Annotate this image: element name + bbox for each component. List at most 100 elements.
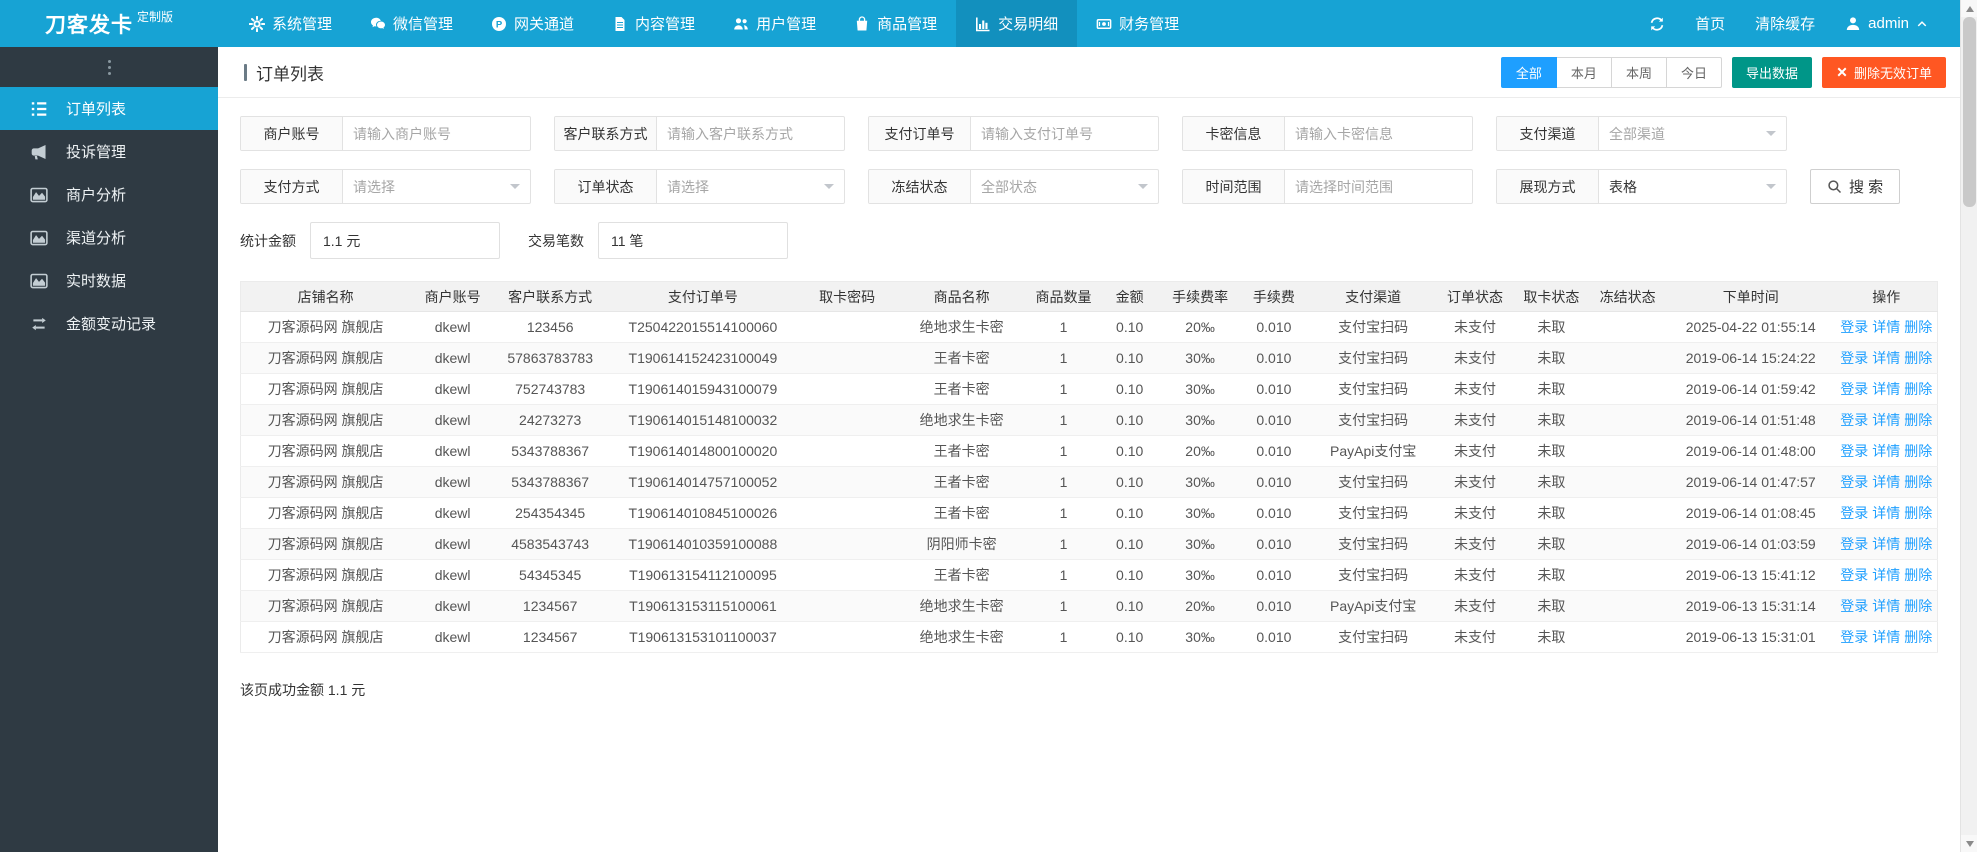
delete-link[interactable]: 删除 [1904,567,1932,583]
login-link[interactable]: 登录 [1840,381,1868,397]
delete-link[interactable]: 删除 [1904,474,1932,490]
detail-link[interactable]: 详情 [1872,412,1900,428]
table-header-order_status: 订单状态 [1436,281,1514,312]
search-icon [1827,179,1842,194]
home-link[interactable]: 首页 [1695,13,1725,34]
merchant-account-input[interactable] [353,125,520,142]
detail-link[interactable]: 详情 [1872,567,1900,583]
login-link[interactable]: 登录 [1840,536,1868,552]
top-menu-trade[interactable]: 交易明细 [956,0,1078,47]
delete-link[interactable]: 删除 [1904,629,1932,645]
customer-contact-input[interactable] [667,125,834,142]
sidebar-item-order-list[interactable]: 订单列表 [0,87,218,130]
sidebar-item-merchant-analysis[interactable]: 商户分析 [0,173,218,216]
browser-scrollbar[interactable] [1960,0,1977,852]
clear-cache-link[interactable]: 清除缓存 [1755,13,1815,34]
delete-link[interactable]: 删除 [1904,598,1932,614]
login-link[interactable]: 登录 [1840,567,1868,583]
top-menu-goods[interactable]: 商品管理 [835,0,956,47]
detail-link[interactable]: 详情 [1872,443,1900,459]
table-header-card_code: 取卡密码 [800,281,894,312]
table-header-amount: 金额 [1097,281,1162,312]
login-link[interactable]: 登录 [1840,474,1868,490]
cell-fee: 0.010 [1238,435,1310,467]
detail-link[interactable]: 详情 [1872,319,1900,335]
range-tab-month[interactable]: 本月 [1556,56,1612,88]
detail-link[interactable]: 详情 [1872,474,1900,490]
table-row: 刀客源码网 旗舰店 dkewl 5343788367 T190614014757100… [240,466,1938,498]
trade-count-value: 11 笔 [598,222,788,259]
range-tab-today[interactable]: 今日 [1666,56,1722,88]
login-link[interactable]: 登录 [1840,350,1868,366]
cell-order_no: T190614010845100026 [605,497,801,529]
login-link[interactable]: 登录 [1840,319,1868,335]
detail-link[interactable]: 详情 [1872,536,1900,552]
delete-link[interactable]: 删除 [1904,505,1932,521]
login-link[interactable]: 登录 [1840,412,1868,428]
order-status-select[interactable]: 请选择 [657,170,844,203]
sidebar-item-balance-log[interactable]: 金额变动记录 [0,302,218,345]
app-logo-text: 刀客发卡 [44,13,133,37]
export-data-button[interactable]: 导出数据 [1731,56,1812,88]
detail-link[interactable]: 详情 [1872,505,1900,521]
cell-amount: 0.10 [1097,528,1162,560]
delete-link[interactable]: 删除 [1904,319,1932,335]
scrollbar-thumb[interactable] [1963,17,1976,207]
scrollbar-up-arrow[interactable] [1961,0,1977,17]
cell-contact: 24273273 [495,404,606,436]
delete-link[interactable]: 删除 [1904,412,1932,428]
login-link[interactable]: 登录 [1840,598,1868,614]
top-menu-wechat[interactable]: 微信管理 [351,0,472,47]
top-menu: 系统管理 微信管理 P 网关通道 内容管理 用户管理 商品管理 交易明细 财务管理 [230,0,1198,47]
top-menu-content[interactable]: 内容管理 [593,0,714,47]
delete-invalid-orders-button[interactable]: 删除无效订单 [1821,56,1946,88]
detail-link[interactable]: 详情 [1872,381,1900,397]
card-info-input[interactable] [1295,125,1462,142]
filter-customer-contact-group: 客户联系方式 [554,116,845,151]
delete-link[interactable]: 删除 [1904,443,1932,459]
delete-link[interactable]: 删除 [1904,381,1932,397]
top-menu-system[interactable]: 系统管理 [230,0,351,47]
payment-order-no-input[interactable] [981,125,1148,142]
filter-freeze-status-group: 冻结状态 全部状态 [868,169,1159,204]
range-tab-all[interactable]: 全部 [1500,56,1557,88]
table-row: 刀客源码网 旗舰店 dkewl 24273273 T19061401514810003… [240,404,1938,436]
sidebar-item-channel-analysis[interactable]: 渠道分析 [0,216,218,259]
range-tab-week[interactable]: 本周 [1611,56,1667,88]
delete-link[interactable]: 删除 [1904,350,1932,366]
filter-order-status-label: 订单状态 [555,170,657,203]
search-button[interactable]: 搜 索 [1810,169,1901,204]
detail-link[interactable]: 详情 [1872,629,1900,645]
cell-freeze_status [1589,342,1666,374]
login-link[interactable]: 登录 [1840,629,1868,645]
top-menu-label: 微信管理 [393,16,454,33]
payment-method-select[interactable]: 请选择 [343,170,530,203]
scrollbar-down-arrow[interactable] [1961,835,1977,852]
detail-link[interactable]: 详情 [1872,598,1900,614]
detail-link[interactable]: 详情 [1872,350,1900,366]
total-amount-value: 1.1 元 [310,222,500,259]
top-menu-finance[interactable]: 财务管理 [1077,0,1198,47]
sidebar-item-complaint[interactable]: 投诉管理 [0,130,218,173]
payment-channel-select[interactable]: 全部渠道 [1599,117,1786,150]
top-menu-gateway[interactable]: P 网关通道 [472,0,593,47]
cell-shop: 刀客源码网 旗舰店 [240,342,411,374]
caret-down-icon [1138,184,1148,194]
cell-channel: 支付宝扫码 [1309,342,1437,374]
cell-amount: 0.10 [1097,373,1162,405]
delete-link[interactable]: 删除 [1904,536,1932,552]
freeze-status-select[interactable]: 全部状态 [971,170,1158,203]
filter-customer-contact-label: 客户联系方式 [555,117,657,150]
table-header-order_no: 支付订单号 [605,281,801,312]
app-logo[interactable]: 刀客发卡 定制版 [0,0,218,47]
login-link[interactable]: 登录 [1840,505,1868,521]
login-link[interactable]: 登录 [1840,443,1868,459]
refresh-icon[interactable] [1649,16,1665,32]
user-menu[interactable]: admin [1845,15,1928,32]
display-mode-select[interactable]: 表格 [1599,170,1786,203]
sidebar-item-realtime-data[interactable]: 实时数据 [0,259,218,302]
time-range-input[interactable] [1295,178,1462,195]
sidebar-collapse-dots[interactable] [0,47,218,87]
cell-shop: 刀客源码网 旗舰店 [240,590,411,622]
top-menu-user[interactable]: 用户管理 [714,0,835,47]
